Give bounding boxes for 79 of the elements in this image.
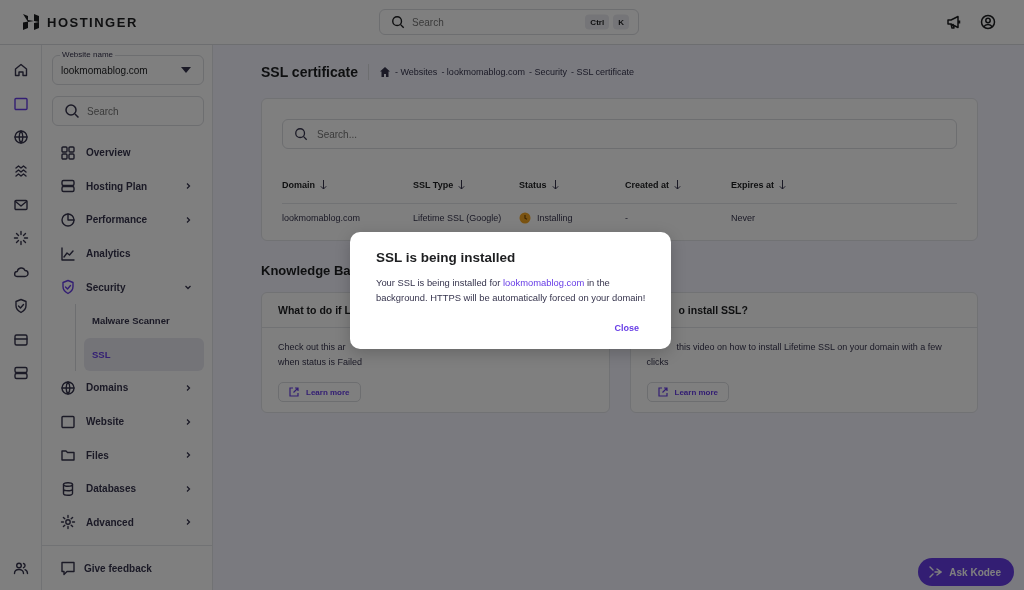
sort-arrow-icon[interactable] (320, 180, 327, 190)
shield-icon (12, 297, 29, 314)
clock-icon (519, 212, 531, 224)
grid-icon (60, 144, 76, 161)
column-header[interactable]: Expires at (731, 180, 775, 190)
globe-icon (60, 379, 76, 396)
search-icon (294, 127, 308, 141)
card-title: o install SSL? (677, 304, 748, 316)
menu-item[interactable]: Domains (52, 371, 204, 405)
card-title: What to do if L (278, 304, 351, 316)
card-text: this video on how to install Lifetime SSL on your domain with a few clicks (646, 341, 943, 369)
breadcrumb-link[interactable]: - SSL certificate (570, 66, 635, 77)
page-title: SSL certificate (261, 63, 369, 80)
menu-item[interactable]: Overview (52, 136, 204, 170)
account-icon[interactable] (980, 14, 996, 30)
pie-icon (60, 212, 76, 228)
sort-arrow-icon[interactable] (458, 180, 466, 190)
external-link-icon (289, 387, 299, 397)
menu-item[interactable]: Databases (52, 471, 204, 506)
breadcrumb-link[interactable]: - lookmomablog.com (441, 66, 525, 77)
table-cell-text: Never (731, 213, 756, 223)
sort-arrow-icon[interactable] (551, 180, 559, 190)
megaphone-icon[interactable] (946, 14, 962, 30)
breadcrumb-link[interactable]: - Security (528, 66, 567, 77)
caret-icon (181, 67, 191, 73)
submenu-item[interactable]: SSL (84, 337, 204, 372)
ask-kodee-button[interactable]: Ask Kodee (918, 558, 1014, 586)
menu-item[interactable]: Analytics (52, 236, 204, 271)
external-link-icon (657, 387, 668, 397)
column-header[interactable]: SSL Type (413, 180, 454, 190)
server-icon (12, 365, 29, 382)
search-field[interactable]: Search... (282, 119, 957, 149)
table-cell-text: lookmomablog.com (282, 213, 362, 223)
feedback-link[interactable]: Give feedback (60, 560, 152, 576)
search-field[interactable]: Search (52, 96, 204, 126)
column-header[interactable]: Created at (625, 180, 669, 190)
menu-item[interactable]: Security (52, 270, 204, 304)
home-icon (12, 62, 29, 78)
shortcut-key: Ctrl (585, 14, 610, 30)
menu-item[interactable]: Website (52, 404, 204, 439)
table-cell-text: - (625, 213, 629, 223)
search-icon (64, 103, 80, 119)
sort-arrow-icon[interactable] (674, 180, 681, 190)
folder-icon (60, 447, 76, 464)
learn-more-button[interactable]: Learn more (646, 382, 730, 402)
sort-arrow-icon[interactable] (779, 180, 787, 190)
home-icon[interactable] (379, 65, 391, 78)
browser-icon (12, 95, 29, 112)
submenu-item[interactable]: Malware Scanner (84, 303, 204, 338)
gear-icon (60, 514, 76, 531)
column-header[interactable]: Domain (282, 180, 315, 190)
server-icon (60, 178, 76, 195)
table-cell-text: Lifetime SSL (Google) (413, 213, 503, 223)
column-header[interactable]: Status (519, 180, 547, 190)
status-text: Installing (537, 213, 573, 223)
shortcut-key: K (613, 14, 629, 30)
people-icon (12, 560, 29, 576)
chat-bubble-icon (60, 560, 76, 576)
section-title: Knowledge Ba (261, 263, 351, 278)
search-icon (391, 15, 406, 29)
breadcrumb-link[interactable]: - Websites (395, 66, 438, 77)
shield-icon (60, 279, 76, 296)
dialog-title: SSL is being installed (376, 250, 517, 265)
logo-text: HOSTINGER (47, 14, 138, 30)
globe-icon (12, 129, 29, 146)
menu-item[interactable]: Hosting Plan (52, 169, 204, 204)
learn-more-button[interactable]: Learn more (278, 382, 361, 402)
menu-item[interactable]: Advanced (52, 505, 204, 540)
menu-item[interactable]: Performance (52, 203, 204, 237)
domain-link[interactable]: lookmomablog.com (503, 277, 585, 288)
dialog-message: Your SSL is being installed for lookmomablog.com in the background. HTTPS will be automatically forced on your domain! (376, 276, 647, 305)
menu-item[interactable]: Files (52, 438, 204, 472)
close-button[interactable]: Close (606, 319, 647, 337)
database-icon (60, 480, 76, 497)
browser-icon (60, 413, 76, 430)
chart-icon (60, 245, 76, 262)
card-text: Check out this ar when status is Failed (278, 341, 364, 369)
logo-icon (22, 13, 40, 31)
card-icon (12, 331, 29, 348)
